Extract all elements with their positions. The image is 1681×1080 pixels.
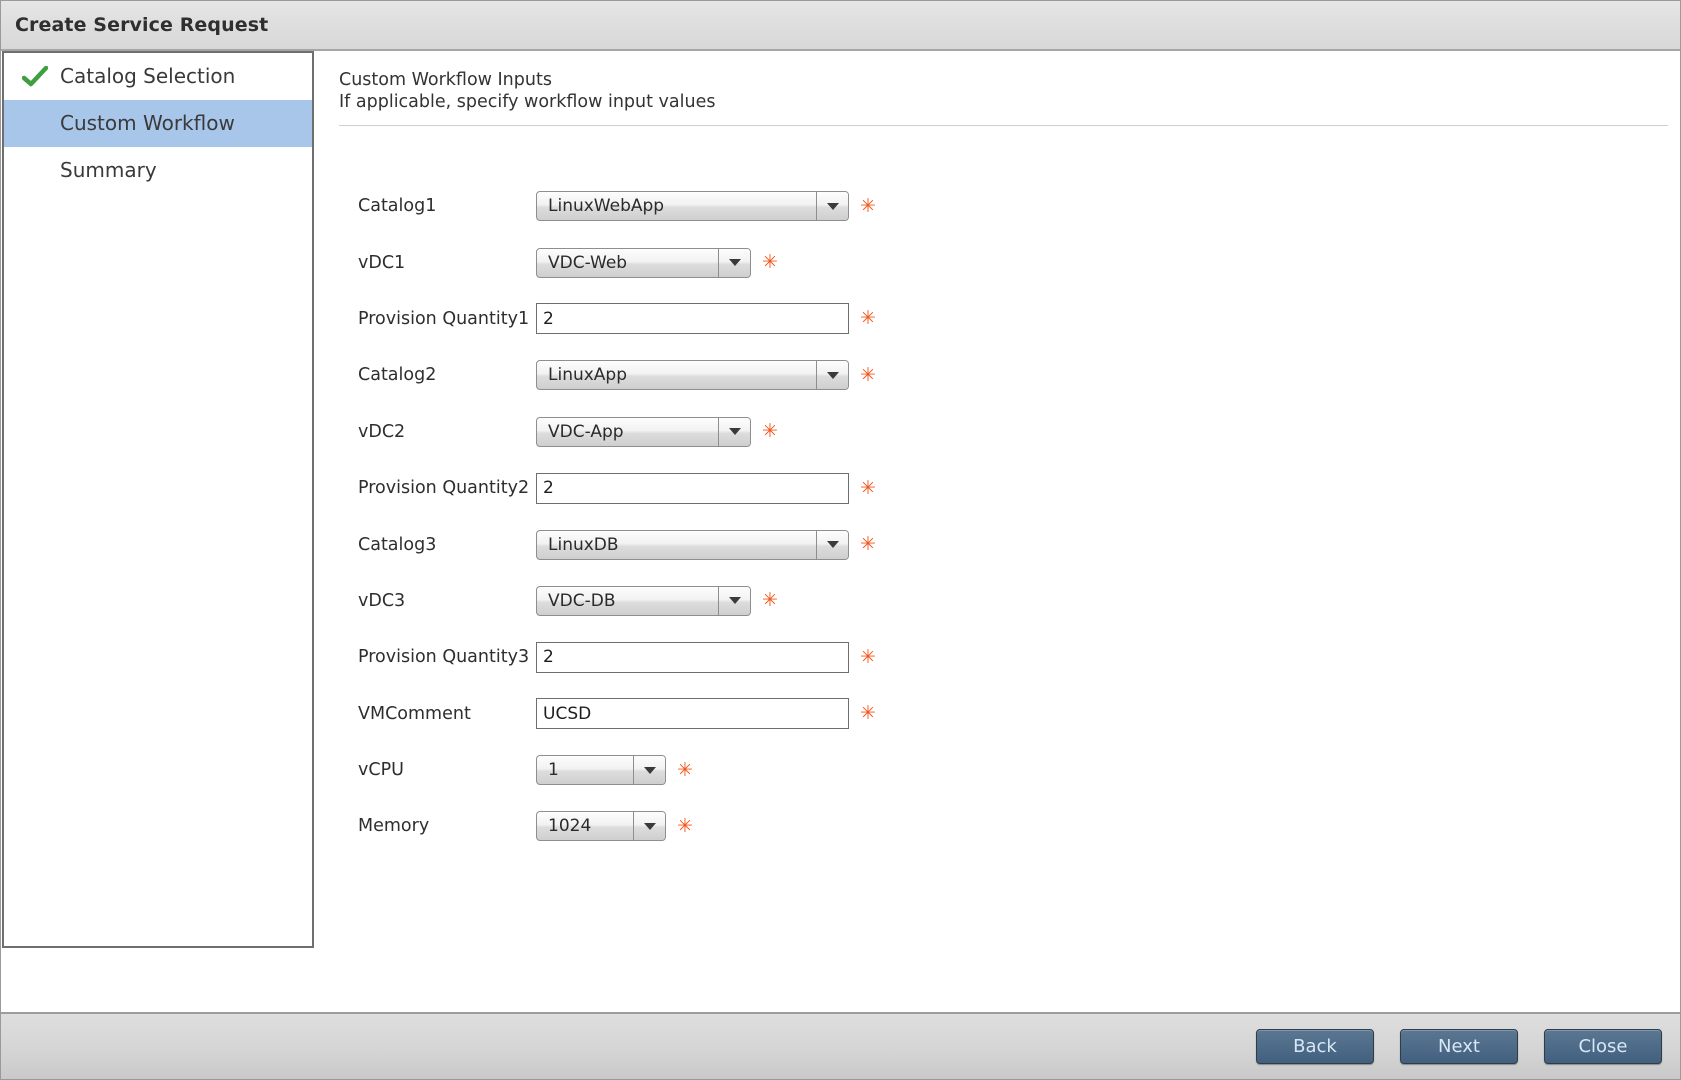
vdc1-selected-value: VDC-Web (548, 252, 628, 273)
provision-quantity3-input[interactable]: 2 (536, 641, 849, 673)
form-row: Catalog2 LinuxApp ✳ (358, 347, 1680, 403)
form-row: Memory 1024 ✳ (358, 798, 1680, 854)
vdc2-dropdown[interactable]: VDC-App (536, 416, 751, 447)
field-wrapper: 2 ✳ (536, 472, 876, 504)
field-wrapper: UCSD ✳ (536, 698, 876, 730)
dialog-body: Catalog Selection Custom Workflow Summary … (1, 51, 1680, 1012)
vmcomment-input[interactable]: UCSD (536, 698, 849, 730)
form-row: Provision Quantity1 2 ✳ (358, 291, 1680, 347)
chevron-down-icon[interactable] (718, 417, 750, 446)
field-label-vdc1: vDC1 (358, 252, 406, 273)
required-asterisk-icon: ✳ (860, 645, 876, 668)
form-row: Catalog3 LinuxDB ✳ (358, 516, 1680, 572)
form-row: vDC3 VDC-DB ✳ (358, 573, 1680, 629)
form-row: Catalog1 LinuxWebApp ✳ (358, 178, 1680, 234)
required-asterisk-icon: ✳ (860, 702, 876, 725)
field-label-provision-quantity2: Provision Quantity2 (358, 478, 530, 499)
content-header: Custom Workflow Inputs If applicable, sp… (329, 51, 1680, 113)
required-asterisk-icon: ✳ (762, 420, 778, 443)
catalog3-dropdown[interactable]: LinuxDB (536, 529, 849, 560)
catalog1-dropdown[interactable]: LinuxWebApp (536, 191, 849, 222)
main-content: Custom Workflow Inputs If applicable, sp… (329, 51, 1680, 1012)
sidebar-item-summary[interactable]: Summary (4, 147, 312, 194)
required-asterisk-icon: ✳ (677, 758, 693, 781)
field-wrapper: 2 ✳ (536, 303, 876, 335)
sidebar-item-custom-workflow[interactable]: Custom Workflow (4, 100, 312, 147)
field-label-provision-quantity1: Provision Quantity1 (358, 308, 530, 329)
catalog2-selected-value: LinuxApp (548, 365, 628, 386)
form-row: vCPU 1 ✳ (358, 742, 1680, 798)
form-row: vDC2 VDC-App ✳ (358, 404, 1680, 460)
field-label-vcpu: vCPU (358, 760, 404, 781)
memory-dropdown[interactable]: 1024 (536, 811, 666, 842)
catalog1-selected-value: LinuxWebApp (548, 196, 665, 217)
chevron-down-icon[interactable] (816, 361, 848, 390)
vdc1-dropdown[interactable]: VDC-Web (536, 247, 751, 278)
form-row: Provision Quantity3 2 ✳ (358, 629, 1680, 685)
content-subheading: If applicable, specify workflow input va… (339, 92, 716, 112)
header-divider (339, 125, 1668, 126)
field-label-catalog1: Catalog1 (358, 196, 437, 217)
sidebar-item-label: Custom Workflow (60, 110, 235, 135)
field-label-catalog3: Catalog3 (358, 534, 437, 555)
vdc3-selected-value: VDC-DB (548, 590, 616, 611)
field-label-vmcomment: VMComment (358, 703, 471, 724)
memory-selected-value: 1024 (548, 816, 592, 837)
field-wrapper: LinuxWebApp ✳ (536, 191, 876, 222)
chevron-down-icon[interactable] (633, 756, 665, 785)
form-row: vDC1 VDC-Web ✳ (358, 234, 1680, 290)
field-wrapper: VDC-DB ✳ (536, 585, 778, 616)
dialog-footer: Back Next Close (1, 1012, 1680, 1079)
next-button[interactable]: Next (1400, 1029, 1518, 1064)
chevron-down-icon[interactable] (816, 192, 848, 221)
create-service-request-dialog: Create Service Request Catalog Selection… (0, 0, 1681, 1080)
required-asterisk-icon: ✳ (860, 533, 876, 556)
field-wrapper: VDC-App ✳ (536, 416, 778, 447)
field-wrapper: LinuxDB ✳ (536, 529, 876, 560)
field-wrapper: LinuxApp ✳ (536, 360, 876, 391)
required-asterisk-icon: ✳ (860, 363, 876, 386)
required-asterisk-icon: ✳ (860, 194, 876, 217)
vdc2-selected-value: VDC-App (548, 421, 624, 442)
field-wrapper: 1024 ✳ (536, 811, 693, 842)
step-status-slot (22, 65, 60, 88)
field-label-catalog2: Catalog2 (358, 365, 437, 386)
sidebar-item-catalog-selection[interactable]: Catalog Selection (4, 53, 312, 100)
field-label-vdc3: vDC3 (358, 590, 406, 611)
field-label-memory: Memory (358, 816, 430, 837)
required-asterisk-icon: ✳ (762, 589, 778, 612)
provision-quantity2-input[interactable]: 2 (536, 472, 849, 504)
chevron-down-icon[interactable] (718, 586, 750, 615)
chevron-down-icon[interactable] (816, 530, 848, 559)
chevron-down-icon[interactable] (718, 248, 750, 277)
wizard-step-list: Catalog Selection Custom Workflow Summary (2, 51, 314, 948)
chevron-down-icon[interactable] (633, 812, 665, 841)
content-heading: Custom Workflow Inputs (339, 70, 552, 90)
vcpu-selected-value: 1 (548, 760, 559, 781)
catalog2-dropdown[interactable]: LinuxApp (536, 360, 849, 391)
vcpu-dropdown[interactable]: 1 (536, 755, 666, 786)
field-label-provision-quantity3: Provision Quantity3 (358, 647, 530, 668)
required-asterisk-icon: ✳ (860, 476, 876, 499)
catalog3-selected-value: LinuxDB (548, 534, 619, 555)
sidebar-item-label: Catalog Selection (60, 63, 236, 88)
field-wrapper: 2 ✳ (536, 641, 876, 673)
field-wrapper: 1 ✳ (536, 755, 693, 786)
workflow-inputs-form: Catalog1 LinuxWebApp ✳ vDC1 VDC-Web ✳ Provisio… (329, 178, 1680, 855)
back-button[interactable]: Back (1256, 1029, 1374, 1064)
check-icon (22, 65, 48, 88)
required-asterisk-icon: ✳ (860, 307, 876, 330)
required-asterisk-icon: ✳ (677, 814, 693, 837)
dialog-title: Create Service Request (15, 14, 269, 36)
form-row: Provision Quantity2 2 ✳ (358, 460, 1680, 516)
sidebar-item-label: Summary (60, 157, 157, 182)
field-label-vdc2: vDC2 (358, 421, 406, 442)
vdc3-dropdown[interactable]: VDC-DB (536, 585, 751, 616)
close-button[interactable]: Close (1544, 1029, 1662, 1064)
dialog-titlebar: Create Service Request (1, 1, 1680, 51)
required-asterisk-icon: ✳ (762, 251, 778, 274)
field-wrapper: VDC-Web ✳ (536, 247, 778, 278)
provision-quantity1-input[interactable]: 2 (536, 303, 849, 335)
form-row: VMComment UCSD ✳ (358, 686, 1680, 742)
